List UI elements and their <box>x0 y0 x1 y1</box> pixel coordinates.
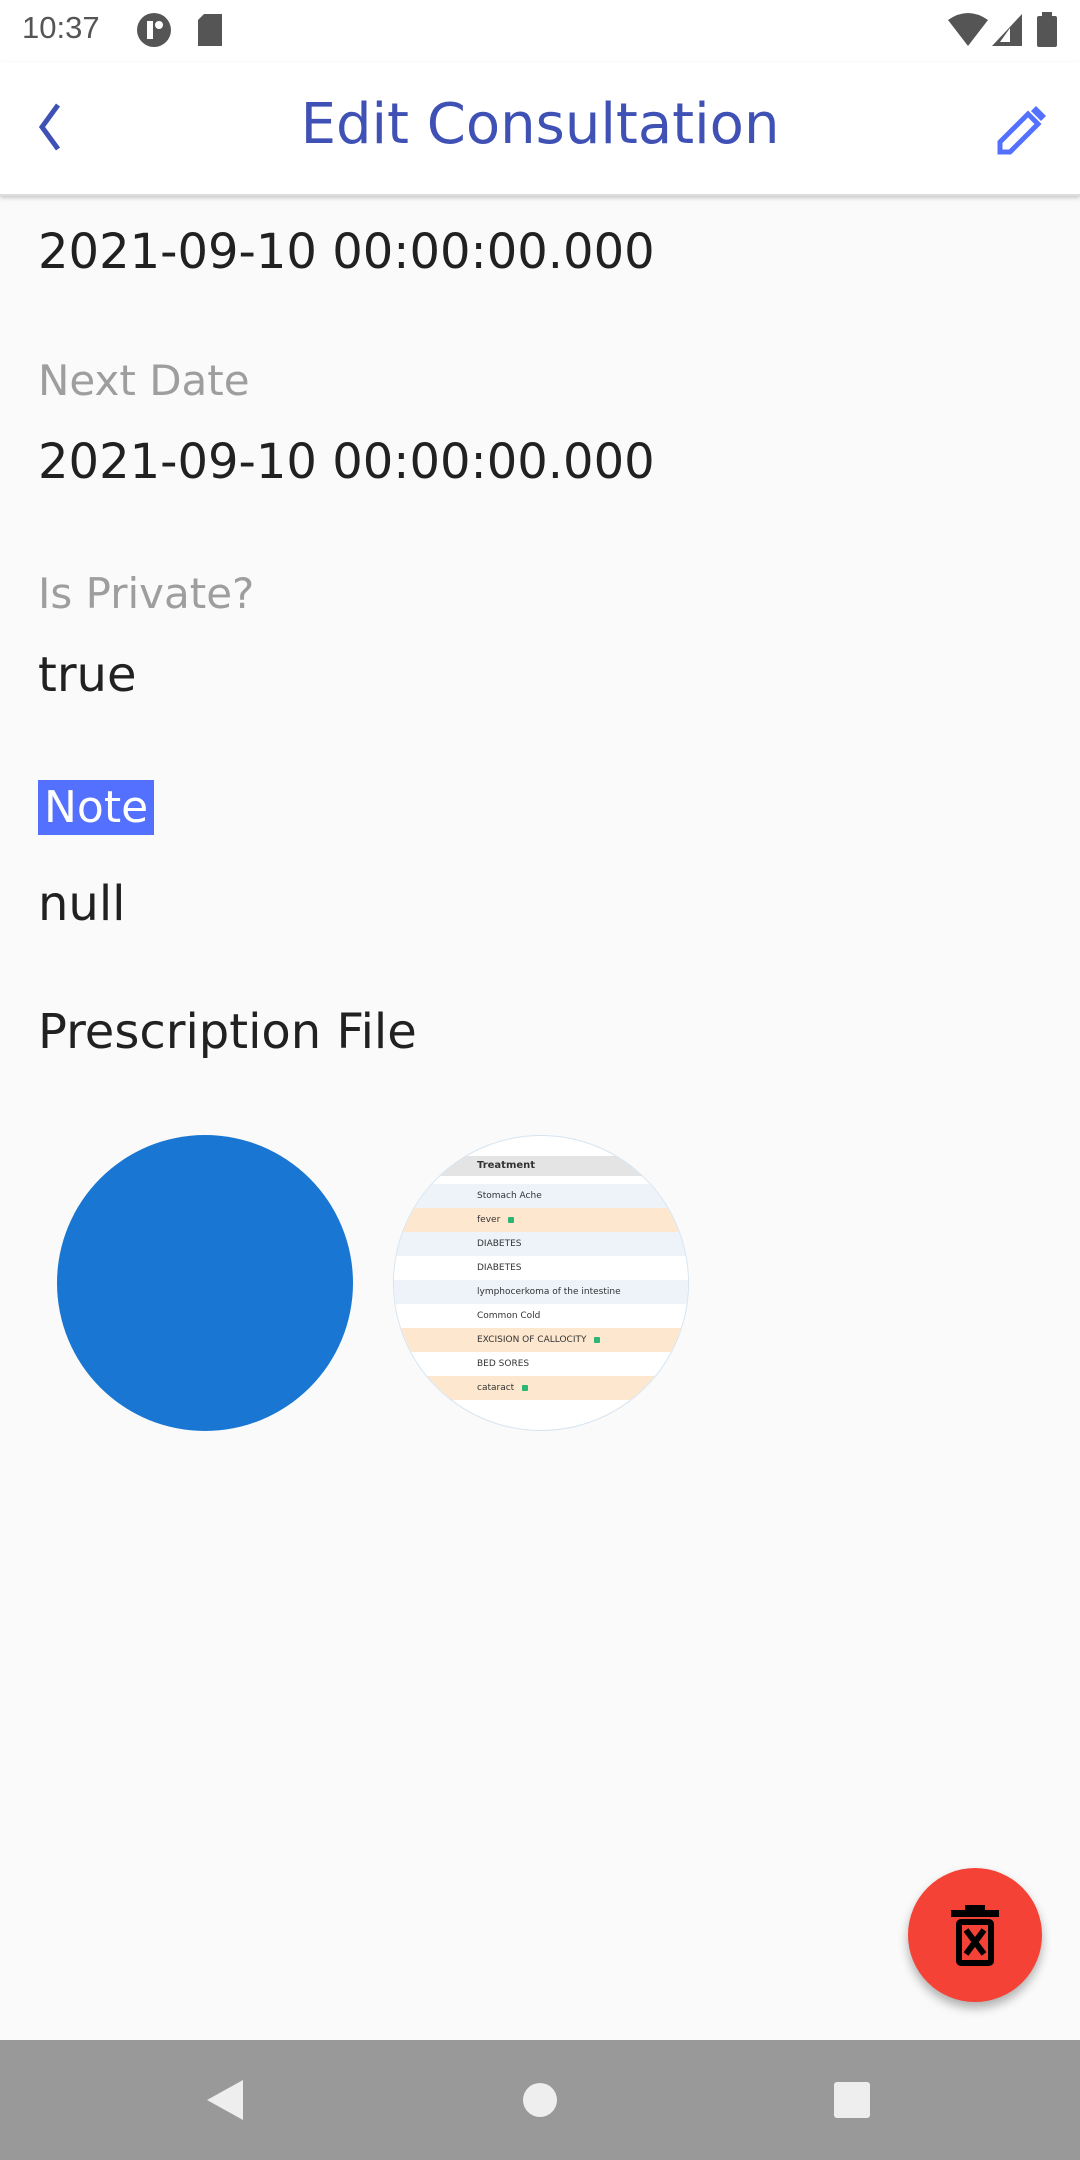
delete-forever-icon <box>951 1905 999 1966</box>
preview-row-text: cataract <box>477 1383 515 1393</box>
page-title: Edit Consultation <box>300 92 780 157</box>
nav-back-icon[interactable] <box>195 2070 255 2130</box>
preview-row: DIABETES <box>394 1256 688 1280</box>
note-label: Note <box>38 780 155 835</box>
wifi-icon <box>948 13 988 46</box>
nav-home-icon[interactable] <box>510 2070 570 2130</box>
prescription-thumbnail-1[interactable] <box>57 1135 353 1431</box>
preview-row: DIABETES <box>394 1232 688 1256</box>
preview-row: Stomach Ache <box>394 1184 688 1208</box>
system-nav-bar <box>0 2040 1080 2160</box>
delete-button[interactable] <box>908 1868 1042 2002</box>
preview-row: fever <box>394 1208 688 1232</box>
is-private-value: true <box>38 647 137 703</box>
is-private-label: Is Private? <box>38 569 255 618</box>
battery-icon <box>1037 12 1057 47</box>
notification-icon <box>137 13 171 47</box>
note-value: null <box>38 876 126 932</box>
lock-icon <box>522 1385 528 1391</box>
status-time: 10:37 <box>22 10 100 45</box>
preview-row-text: Stomach Ache <box>477 1191 542 1201</box>
next-date-value: 2021-09-10 00:00:00.000 <box>38 434 655 490</box>
next-date-label: Next Date <box>38 356 250 405</box>
preview-header-text: Treatment <box>477 1160 536 1171</box>
app-bar: Edit Consultation <box>0 62 1080 196</box>
lock-icon <box>594 1337 600 1343</box>
nav-recents-icon[interactable] <box>822 2070 882 2130</box>
preview-row-text: EXCISION OF CALLOCITY <box>477 1335 587 1345</box>
sd-card-icon <box>198 14 222 46</box>
prescription-file-title: Prescription File <box>38 1004 417 1060</box>
status-bar: 10:37 <box>0 0 1080 62</box>
date-value: 2021-09-10 00:00:00.000 <box>38 224 655 280</box>
prescription-thumbnail-2[interactable]: Treatment Stomach Ache fever DIABETES DIABE… <box>393 1135 689 1431</box>
signal-icon <box>992 14 1022 46</box>
preview-row-text: DIABETES <box>477 1263 522 1273</box>
lock-icon <box>508 1217 514 1223</box>
preview-row: Common Cold <box>394 1304 688 1328</box>
preview-row: cataract <box>394 1376 688 1400</box>
preview-row-text: Common Cold <box>477 1311 541 1321</box>
preview-row-text: fever <box>477 1215 501 1225</box>
edit-button[interactable] <box>990 102 1050 162</box>
preview-row-text: BED SORES <box>477 1359 530 1369</box>
preview-row-text: lymphocerkoma of the intestine <box>477 1287 621 1297</box>
preview-row: BED SORES <box>394 1352 688 1376</box>
preview-header: Treatment <box>394 1156 688 1176</box>
preview-row: lymphocerkoma of the intestine <box>394 1280 688 1304</box>
preview-row: EXCISION OF CALLOCITY <box>394 1328 688 1352</box>
preview-row-text: DIABETES <box>477 1239 522 1249</box>
